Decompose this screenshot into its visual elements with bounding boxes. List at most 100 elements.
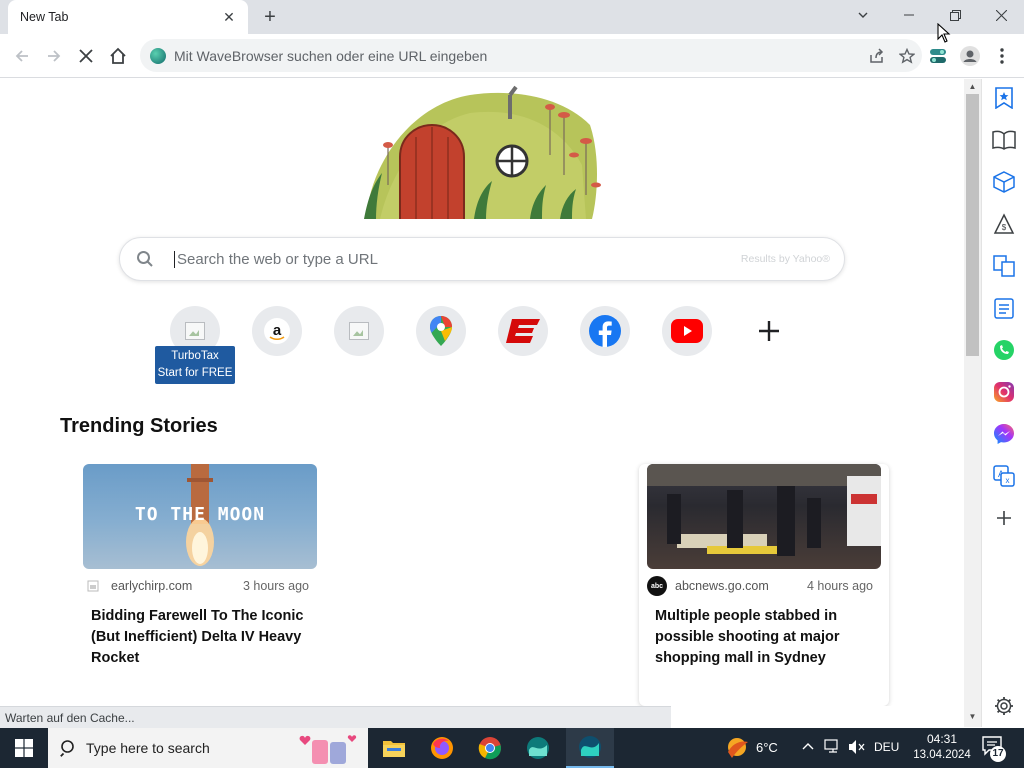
tab-search-icon[interactable] <box>840 0 886 30</box>
story-headline[interactable]: Bidding Farewell To The Iconic (But Inef… <box>91 606 313 669</box>
box-icon[interactable] <box>991 169 1017 195</box>
abc-logo-icon: abc <box>647 576 667 596</box>
right-sidebar: $ Ax <box>981 79 1024 727</box>
mouse-cursor-icon <box>937 23 951 43</box>
trending-stories-heading: Trending Stories <box>60 415 218 437</box>
story-time: 3 hours ago <box>242 579 309 593</box>
share-icon[interactable] <box>862 41 892 71</box>
messenger-icon[interactable] <box>991 421 1017 447</box>
stop-loading-button[interactable] <box>72 42 100 70</box>
chrome-icon[interactable] <box>466 728 514 768</box>
reading-list-icon[interactable] <box>991 127 1017 153</box>
start-button[interactable] <box>0 728 48 768</box>
bookmark-star-icon[interactable] <box>892 41 922 71</box>
new-tab-page: Results by Yahoo® a <box>0 79 964 706</box>
youtube-icon <box>671 319 703 343</box>
settings-icon[interactable] <box>991 693 1017 719</box>
notification-center-icon[interactable]: 17 <box>982 736 1006 762</box>
tooltip-line-1: TurboTax <box>171 350 219 362</box>
menu-kebab-icon[interactable] <box>988 42 1016 70</box>
story-meta: earlychirp.com 3 hours ago <box>83 577 317 595</box>
story-image <box>647 464 881 569</box>
hobbit-house-illustration <box>364 85 601 219</box>
taskbar-search-text: Type here to search <box>86 740 210 756</box>
windows-logo-icon <box>15 739 33 757</box>
profile-avatar-icon[interactable] <box>956 42 984 70</box>
network-icon[interactable] <box>824 739 842 755</box>
facebook-icon <box>589 315 621 347</box>
wavebrowser-active-icon[interactable] <box>566 728 614 768</box>
web-search-box[interactable]: Results by Yahoo® <box>119 237 845 281</box>
volume-muted-icon[interactable] <box>848 739 866 755</box>
scrollbar-thumb[interactable] <box>966 94 979 356</box>
wavebrowser-app-icon[interactable] <box>514 728 562 768</box>
translate-icon[interactable]: Ax <box>991 463 1017 489</box>
broken-image-icon <box>185 322 205 340</box>
tab-close-icon[interactable]: ✕ <box>220 8 238 26</box>
scroll-up-arrow[interactable]: ▲ <box>966 82 979 94</box>
notification-count-badge: 17 <box>990 746 1006 762</box>
tab-strip: New Tab ✕ + <box>0 0 1024 34</box>
weather-sun-icon[interactable] <box>724 734 750 760</box>
bookmark-star-icon[interactable] <box>991 85 1017 111</box>
shortcut-amazon[interactable]: a <box>252 306 302 356</box>
story-meta: abc abcnews.go.com 4 hours ago <box>647 576 881 596</box>
image-caption: TO THE MOON <box>134 504 266 525</box>
status-bar: Warten auf den Cache... <box>0 706 671 728</box>
turbotax-tooltip[interactable]: TurboTax Start for FREE <box>155 346 235 384</box>
svg-text:$: $ <box>1002 223 1007 232</box>
search-icon <box>60 740 74 757</box>
input-language[interactable]: DEU <box>874 740 899 754</box>
shortcut-espn[interactable] <box>498 306 548 356</box>
source-favicon-icon <box>83 576 103 596</box>
clock-date[interactable]: 13.04.2024 <box>910 749 974 761</box>
close-window-button[interactable] <box>978 0 1024 30</box>
amazon-icon: a <box>264 318 290 344</box>
tab-title: New Tab <box>20 10 69 24</box>
story-headline[interactable]: Multiple people stabbed in possible shoo… <box>655 606 877 669</box>
instagram-icon[interactable] <box>991 379 1017 405</box>
minimize-button[interactable] <box>886 0 932 30</box>
shortcut-facebook[interactable] <box>580 306 630 356</box>
scroll-down-arrow[interactable]: ▼ <box>966 712 979 724</box>
home-button[interactable] <box>104 42 132 70</box>
add-icon[interactable] <box>991 505 1017 531</box>
clock-time[interactable]: 04:31 <box>922 732 962 746</box>
shortcut-youtube[interactable] <box>662 306 712 356</box>
plus-icon <box>759 321 779 341</box>
firefox-icon[interactable] <box>418 728 466 768</box>
wavebrowser-icon <box>150 47 166 64</box>
svg-text:x: x <box>1006 476 1010 485</box>
story-source: abcnews.go.com <box>675 579 769 593</box>
shortcut-unknown[interactable] <box>334 306 384 356</box>
story-time: 4 hours ago <box>806 579 873 593</box>
windows-taskbar: Type here to search 6°C DEU 04:31 13.04.… <box>0 728 1024 768</box>
tooltip-line-2: Start for FREE <box>157 367 233 379</box>
story-image: TO THE MOON <box>83 464 317 569</box>
shopping-icon[interactable]: $ <box>991 211 1017 237</box>
whatsapp-icon[interactable] <box>991 337 1017 363</box>
espn-icon <box>506 319 540 343</box>
extension-icon[interactable] <box>924 42 952 70</box>
story-card[interactable]: TO THE MOON earlychirp.com 3 hours ago B… <box>75 464 325 706</box>
translate-pages-icon[interactable] <box>991 253 1017 279</box>
file-explorer-icon[interactable] <box>370 728 418 768</box>
address-bar[interactable]: Mit WaveBrowser suchen oder eine URL ein… <box>140 39 922 72</box>
add-shortcut-button[interactable] <box>744 306 794 356</box>
forward-button[interactable] <box>40 42 68 70</box>
travel-luggage-icon <box>299 735 357 764</box>
tab-new-tab[interactable]: New Tab ✕ <box>8 0 248 34</box>
checklist-icon[interactable] <box>991 295 1017 321</box>
chevron-up-icon[interactable] <box>802 741 814 751</box>
broken-image-icon <box>349 322 369 340</box>
new-tab-button[interactable]: + <box>258 5 282 29</box>
svg-text:a: a <box>273 322 282 339</box>
taskbar-search[interactable]: Type here to search <box>48 728 368 768</box>
back-button[interactable] <box>8 42 36 70</box>
shortcut-google-maps[interactable] <box>416 306 466 356</box>
story-card[interactable]: abc abcnews.go.com 4 hours ago Multiple … <box>639 464 889 706</box>
search-input[interactable] <box>174 250 741 268</box>
maps-pin-icon <box>430 316 452 346</box>
address-bar-text[interactable]: Mit WaveBrowser suchen oder eine URL ein… <box>174 48 862 64</box>
weather-temperature[interactable]: 6°C <box>756 740 778 755</box>
